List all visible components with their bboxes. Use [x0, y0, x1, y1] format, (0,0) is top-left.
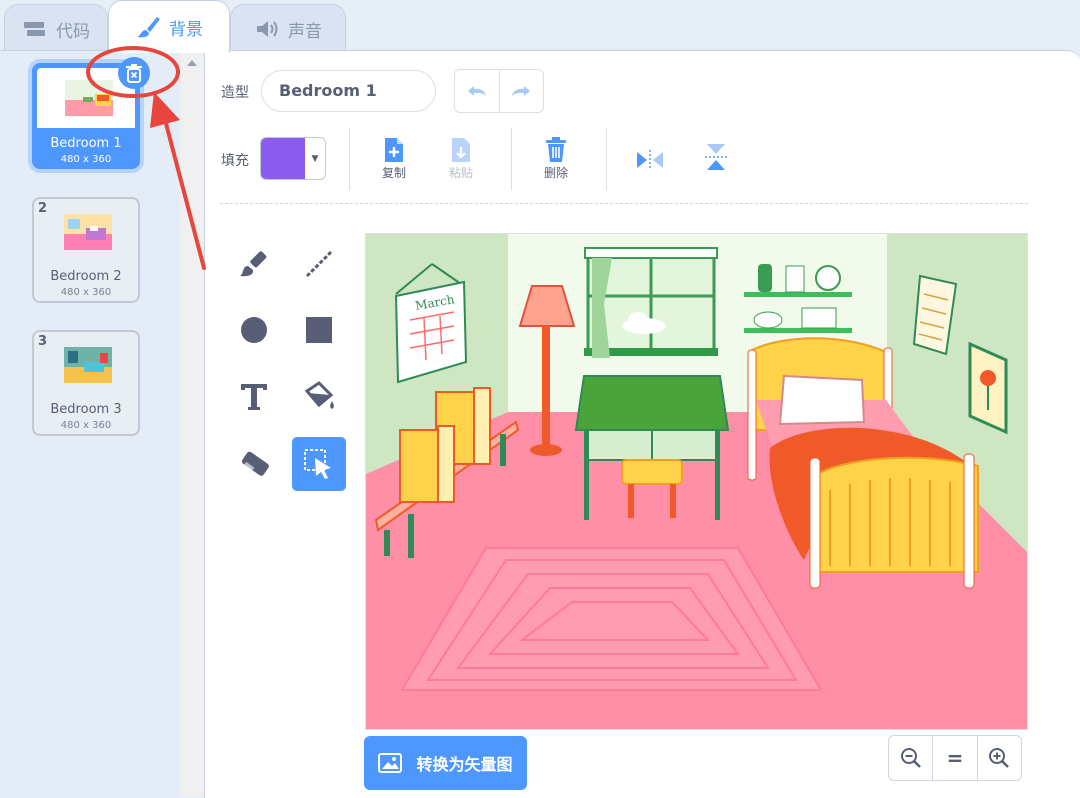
- costume-number: 3: [38, 334, 48, 349]
- costume-size: 480 x 360: [60, 420, 112, 431]
- costume-name-input[interactable]: Bedroom 1: [261, 70, 436, 112]
- copy-icon: [385, 138, 403, 162]
- toolbar-divider: [511, 128, 512, 190]
- toolbar-divider: [606, 128, 607, 190]
- image-icon: [378, 753, 403, 773]
- bedroom-artwork: March: [366, 234, 1027, 729]
- costume-name: Bedroom 3: [50, 402, 122, 417]
- select-icon: [304, 449, 331, 479]
- brush-tool[interactable]: [227, 237, 281, 291]
- costume-name: Bedroom 2: [50, 269, 122, 284]
- paint-canvas[interactable]: March: [365, 233, 1028, 730]
- tab-code[interactable]: 代码: [4, 4, 108, 53]
- rectangle-icon: [306, 317, 332, 343]
- fill-bucket-icon: [304, 381, 334, 409]
- zoom-in-button[interactable]: [976, 736, 1021, 780]
- redo-icon: [512, 86, 531, 96]
- tab-code-label: 代码: [56, 21, 90, 42]
- tab-sounds[interactable]: 声音: [230, 4, 346, 53]
- costume-size: 480 x 360: [60, 154, 112, 165]
- annotation-arrow: [150, 92, 206, 270]
- costume-number: 2: [38, 201, 48, 216]
- paste-icon: [452, 138, 470, 162]
- line-tool[interactable]: [292, 237, 346, 291]
- costume-thumbnail: [64, 347, 112, 383]
- costume-item-3[interactable]: 3 Bedroom 3 480 x 360: [32, 330, 140, 436]
- select-tool[interactable]: [292, 437, 346, 491]
- costume-thumbnail: [64, 214, 112, 250]
- text-tool[interactable]: [227, 370, 281, 424]
- zoom-out-button[interactable]: [889, 736, 932, 780]
- zoom-controls: =: [888, 735, 1022, 781]
- brush-icon: [240, 251, 267, 277]
- tab-sounds-label: 声音: [288, 21, 322, 42]
- paste-label: 粘贴: [448, 166, 473, 180]
- dropdown-caret-icon: ▼: [311, 153, 319, 164]
- redo-button[interactable]: [498, 70, 544, 112]
- paste-button[interactable]: 粘贴: [431, 136, 491, 181]
- zoom-in-icon: [989, 748, 1010, 768]
- fill-color-picker[interactable]: ▼: [260, 137, 326, 180]
- trash-icon: [546, 137, 566, 162]
- text-icon: [241, 384, 267, 410]
- delete-label: 删除: [543, 166, 568, 180]
- scroll-up-arrow-icon[interactable]: [187, 60, 197, 66]
- toolbar-divider: [349, 128, 350, 190]
- fill-label: 填充: [221, 153, 249, 169]
- speaker-icon: [254, 18, 280, 40]
- toolbar-separator: [220, 203, 1028, 204]
- fill-tool[interactable]: [292, 370, 346, 424]
- costume-number: 1: [39, 68, 49, 83]
- copy-label: 复制: [381, 166, 406, 180]
- costume-size: 480 x 360: [60, 287, 112, 298]
- convert-to-vector-button[interactable]: 转换为矢量图: [364, 736, 527, 790]
- paintbrush-icon: [135, 16, 161, 38]
- zoom-reset-label: =: [946, 746, 964, 770]
- code-blocks-icon: [22, 18, 48, 40]
- rectangle-tool[interactable]: [292, 303, 346, 357]
- circle-tool[interactable]: [227, 303, 281, 357]
- costume-name-label: 造型: [221, 85, 249, 101]
- flip-horizontal-icon: [637, 150, 663, 170]
- undo-button[interactable]: [455, 70, 499, 112]
- flip-horizontal-button[interactable]: [620, 146, 680, 174]
- zoom-out-icon: [900, 748, 921, 768]
- convert-to-vector-label: 转换为矢量图: [416, 755, 513, 774]
- zoom-reset-button[interactable]: =: [932, 736, 976, 780]
- tab-backdrops[interactable]: 背景: [108, 0, 230, 53]
- tab-backdrops-label: 背景: [169, 19, 203, 40]
- circle-icon: [241, 317, 267, 343]
- line-icon: [305, 250, 333, 278]
- copy-button[interactable]: 复制: [364, 136, 424, 181]
- flip-vertical-button[interactable]: [686, 143, 746, 171]
- costume-item-2[interactable]: 2 Bedroom 2 480 x 360: [32, 197, 140, 303]
- fill-color-swatch: [261, 138, 305, 179]
- undo-redo-group: [454, 69, 544, 113]
- eraser-icon: [241, 451, 269, 476]
- delete-button[interactable]: 删除: [526, 136, 586, 181]
- eraser-tool[interactable]: [227, 437, 281, 491]
- undo-icon: [467, 86, 486, 96]
- costume-name: Bedroom 1: [50, 136, 122, 151]
- flip-vertical-icon: [705, 144, 727, 170]
